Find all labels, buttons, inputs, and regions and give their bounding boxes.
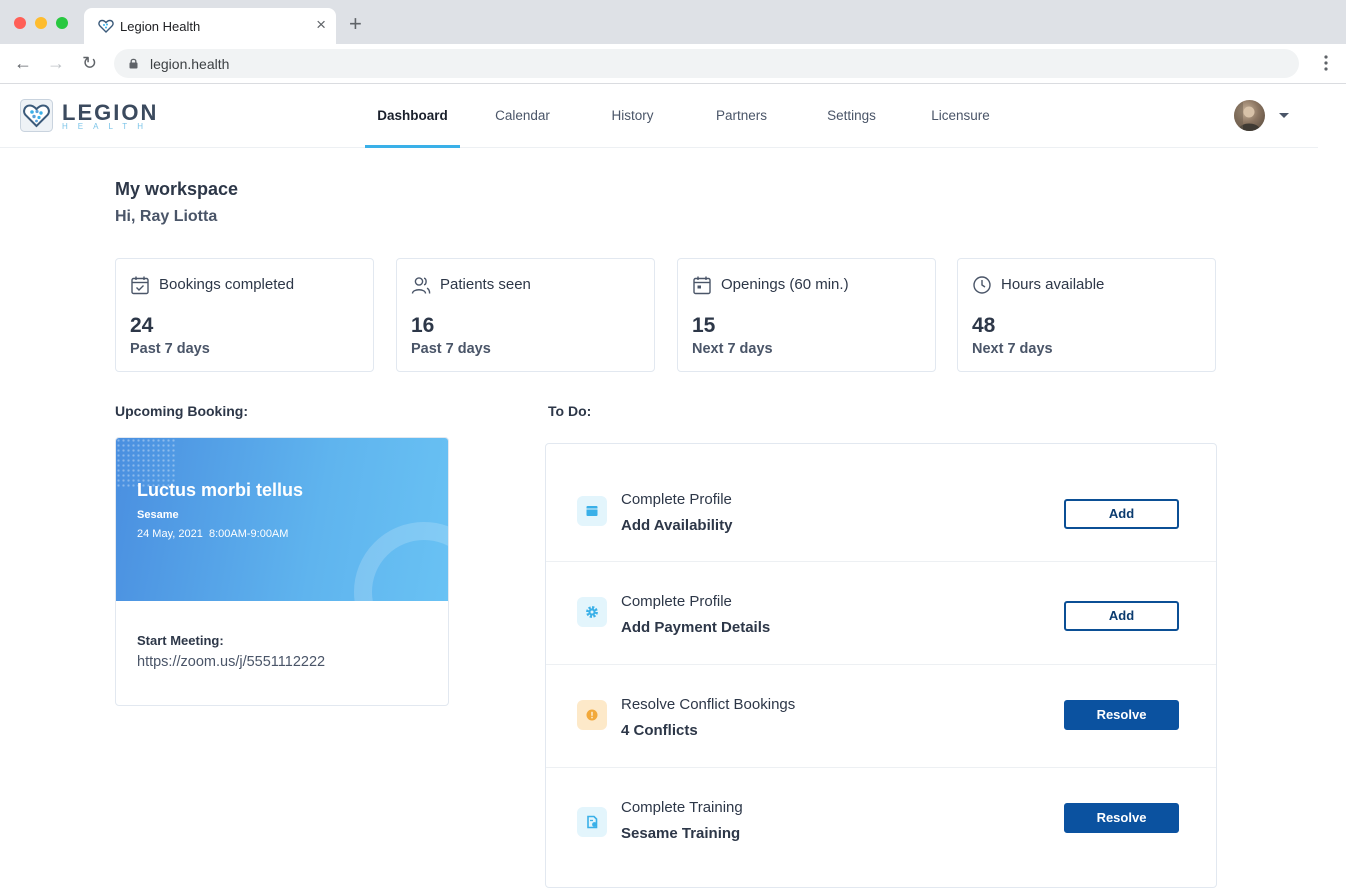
document-icon: [577, 807, 607, 837]
todo-title: Complete Profile: [621, 593, 732, 610]
resolve-training-button[interactable]: Resolve: [1064, 803, 1179, 833]
todo-list: Complete Profile Add Availability Add Co…: [545, 443, 1217, 888]
stat-label: Openings (60 min.): [721, 276, 849, 293]
upcoming-booking-heading: Upcoming Booking:: [115, 403, 248, 419]
stat-card-bookings: Bookings completed 24 Past 7 days: [115, 258, 374, 372]
todo-title: Complete Profile: [621, 491, 732, 508]
nav-calendar[interactable]: Calendar: [475, 84, 570, 148]
calendar-icon: [577, 496, 607, 526]
booking-hero-banner: Luctus morbi tellus Sesame 24 May, 2021 …: [116, 438, 448, 601]
reload-button[interactable]: ↻: [82, 52, 97, 74]
nav-dashboard[interactable]: Dashboard: [365, 84, 460, 148]
stat-label: Hours available: [1001, 276, 1105, 293]
stat-value: 15: [692, 314, 716, 337]
browser-toolbar: ← → ↻ legion.health: [0, 44, 1346, 84]
todo-subtitle: 4 Conflicts: [621, 722, 698, 739]
stat-period: Past 7 days: [130, 341, 210, 357]
window-minimize-button[interactable]: [35, 17, 47, 29]
add-payment-details-button[interactable]: Add: [1064, 601, 1179, 631]
todo-item: Resolve Conflict Bookings 4 Conflicts Re…: [546, 665, 1216, 768]
calendar-check-icon: [131, 276, 149, 295]
browser-menu-icon[interactable]: [1324, 54, 1328, 72]
todo-title: Resolve Conflict Bookings: [621, 696, 796, 713]
warning-icon: [577, 700, 607, 730]
gear-icon: [577, 597, 607, 627]
todo-subtitle: Add Payment Details: [621, 619, 771, 636]
add-availability-button[interactable]: Add: [1064, 499, 1179, 529]
todo-heading: To Do:: [548, 403, 592, 419]
tab-title: Legion Health: [120, 19, 201, 34]
stat-value: 24: [130, 314, 154, 337]
active-nav-indicator: [365, 145, 460, 148]
window-close-button[interactable]: [14, 17, 26, 29]
url-text: legion.health: [150, 56, 230, 72]
resolve-conflicts-button[interactable]: Resolve: [1064, 700, 1179, 730]
tab-close-icon[interactable]: ×: [316, 16, 326, 34]
legion-logo-icon[interactable]: [20, 99, 53, 132]
lock-icon: [129, 58, 138, 69]
ring-decoration: [354, 522, 448, 601]
nav-partners[interactable]: Partners: [694, 84, 789, 148]
greeting: Hi, Ray Liotta: [115, 208, 218, 225]
window-zoom-button[interactable]: [56, 17, 68, 29]
stat-period: Past 7 days: [411, 341, 491, 357]
browser-tab[interactable]: Legion Health ×: [84, 8, 336, 44]
booking-title: Luctus morbi tellus: [137, 480, 304, 500]
stat-label: Bookings completed: [159, 276, 295, 293]
meeting-link[interactable]: https://zoom.us/j/5551112222: [137, 654, 325, 670]
todo-item: Complete Training Sesame Training Resolv…: [546, 768, 1216, 871]
stat-period: Next 7 days: [972, 341, 1053, 357]
address-bar[interactable]: legion.health: [114, 49, 1299, 78]
avatar-photo-icon: [1234, 100, 1261, 131]
todo-subtitle: Sesame Training: [621, 825, 741, 842]
todo-item: Complete Profile Add Payment Details Add: [546, 562, 1216, 665]
nav-history[interactable]: History: [585, 84, 680, 148]
page-title: My workspace: [115, 179, 239, 199]
todo-subtitle: Add Availability: [621, 517, 733, 534]
todo-item: Complete Profile Add Availability Add: [546, 459, 1216, 562]
stat-period: Next 7 days: [692, 341, 773, 357]
nav-settings[interactable]: Settings: [804, 84, 899, 148]
logo-subtitle: HEALTH: [62, 122, 153, 131]
nav-licensure[interactable]: Licensure: [913, 84, 1008, 148]
stat-card-patients: Patients seen 16 Past 7 days: [396, 258, 655, 372]
forward-button[interactable]: →: [47, 52, 65, 74]
stat-label: Patients seen: [440, 276, 531, 293]
booking-datetime: 24 May, 2021 8:00AM-9:00AM: [137, 528, 289, 540]
upcoming-booking-card[interactable]: Luctus morbi tellus Sesame 24 May, 2021 …: [115, 437, 449, 706]
booking-organization: Sesame: [137, 509, 179, 521]
stat-value: 48: [972, 314, 996, 337]
user-menu-chevron-down-icon[interactable]: [1279, 113, 1289, 118]
heart-favicon-icon: [98, 19, 114, 33]
app-header: LEGION HEALTH Dashboard Calendar History…: [0, 84, 1318, 148]
stat-card-openings: Openings (60 min.) 15 Next 7 days: [677, 258, 936, 372]
stat-value: 16: [411, 314, 435, 337]
todo-title: Complete Training: [621, 799, 743, 816]
clock-icon: [973, 276, 991, 294]
start-meeting-label: Start Meeting:: [137, 633, 224, 648]
avatar[interactable]: [1234, 100, 1265, 131]
users-icon: [411, 277, 431, 294]
back-button[interactable]: ←: [14, 52, 32, 74]
stat-card-hours: Hours available 48 Next 7 days: [957, 258, 1216, 372]
browser-tabbar: Legion Health × +: [0, 0, 1346, 44]
calendar-icon: [693, 276, 711, 295]
new-tab-button[interactable]: +: [349, 12, 362, 36]
